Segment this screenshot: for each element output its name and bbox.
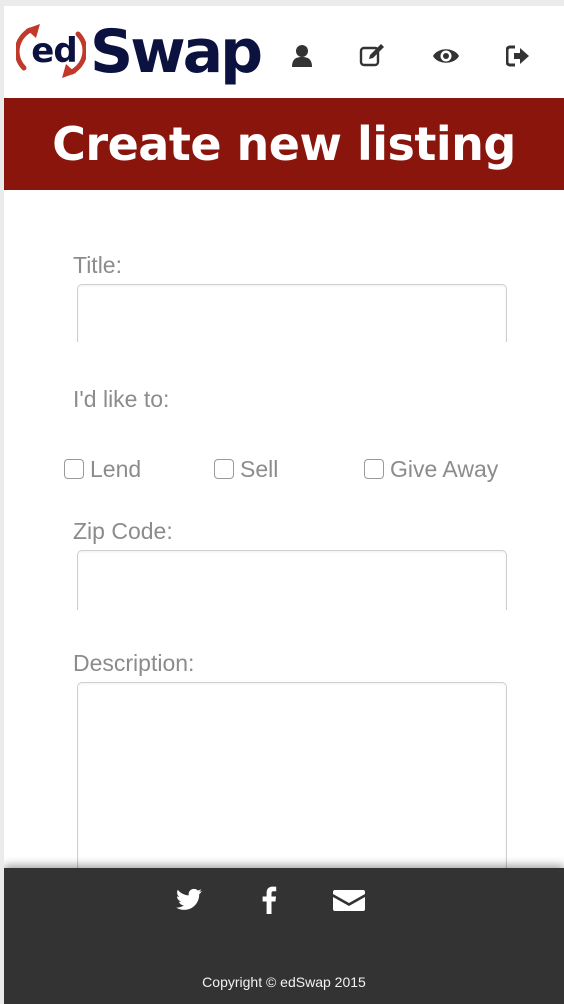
description-textarea[interactable] (77, 682, 507, 874)
title-label: Title: (73, 252, 122, 278)
give-away-checkbox[interactable]: Give Away (364, 454, 498, 484)
page: ed Swap Create new listing Title: I'd li… (4, 6, 564, 1004)
logo-ed-text: ed (31, 31, 77, 71)
footer: Copyright © edSwap 2015 (4, 868, 564, 1004)
sell-checkbox-box[interactable] (214, 459, 234, 479)
logo-swap-text: Swap (90, 17, 263, 87)
edit-icon[interactable] (358, 42, 386, 70)
sell-checkbox[interactable]: Sell (214, 454, 278, 484)
copyright-text: Copyright © edSwap 2015 (202, 974, 366, 990)
intent-label: I'd like to: (73, 386, 170, 412)
zip-label: Zip Code: (73, 518, 173, 544)
sign-out-icon[interactable] (504, 42, 532, 70)
zip-code-input[interactable] (77, 550, 507, 610)
twitter-icon[interactable] (172, 884, 206, 916)
sell-checkbox-label: Sell (240, 455, 279, 482)
lend-checkbox-label: Lend (90, 455, 142, 482)
create-listing-form: Title: I'd like to: Lend Sell Give Away … (4, 190, 564, 874)
envelope-icon[interactable] (332, 884, 366, 916)
eye-icon[interactable] (432, 42, 460, 70)
title-input[interactable] (77, 284, 507, 342)
user-icon[interactable] (288, 42, 316, 70)
page-title: Create new listing (52, 117, 516, 171)
description-label: Description: (73, 650, 195, 676)
give-away-checkbox-box[interactable] (364, 459, 384, 479)
give-away-checkbox-label: Give Away (390, 455, 499, 482)
edswap-logo[interactable]: ed Swap (14, 10, 284, 96)
lend-checkbox[interactable]: Lend (64, 454, 141, 484)
page-banner: Create new listing (4, 98, 564, 190)
lend-checkbox-box[interactable] (64, 459, 84, 479)
top-navbar: ed Swap (4, 6, 564, 98)
facebook-icon[interactable] (252, 884, 286, 916)
